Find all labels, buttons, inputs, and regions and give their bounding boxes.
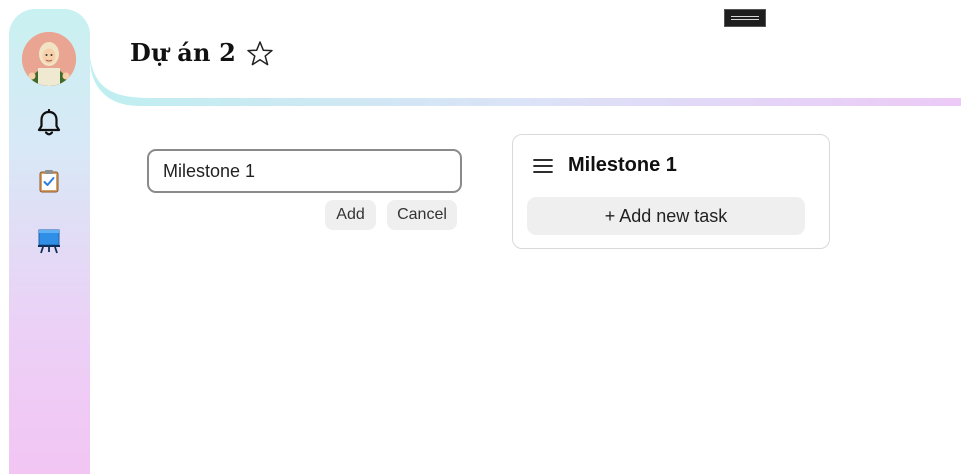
drag-handle[interactable] — [724, 9, 766, 27]
presentation-board-icon[interactable] — [31, 223, 67, 259]
hamburger-menu-icon[interactable] — [533, 156, 553, 176]
add-button[interactable]: Add — [325, 200, 376, 230]
cancel-button[interactable]: Cancel — [387, 200, 457, 230]
milestone-title: Milestone 1 — [568, 154, 677, 176]
milestone-card: Milestone 1 + Add new task — [512, 134, 830, 249]
app-window: Dự án 2 Add Cancel Milestone 1 + Add new… — [0, 0, 961, 474]
user-avatar[interactable] — [22, 32, 76, 86]
avatar-image — [22, 32, 76, 86]
add-new-task-button[interactable]: + Add new task — [527, 197, 805, 235]
clipboard-check-icon[interactable] — [31, 163, 67, 199]
sidebar — [9, 9, 90, 474]
page-title: Dự án 2 — [130, 38, 237, 67]
milestone-name-input[interactable] — [147, 149, 462, 193]
star-icon[interactable] — [245, 39, 275, 69]
project-header: Dự án 2 — [90, 0, 961, 106]
bell-icon[interactable] — [31, 105, 67, 141]
